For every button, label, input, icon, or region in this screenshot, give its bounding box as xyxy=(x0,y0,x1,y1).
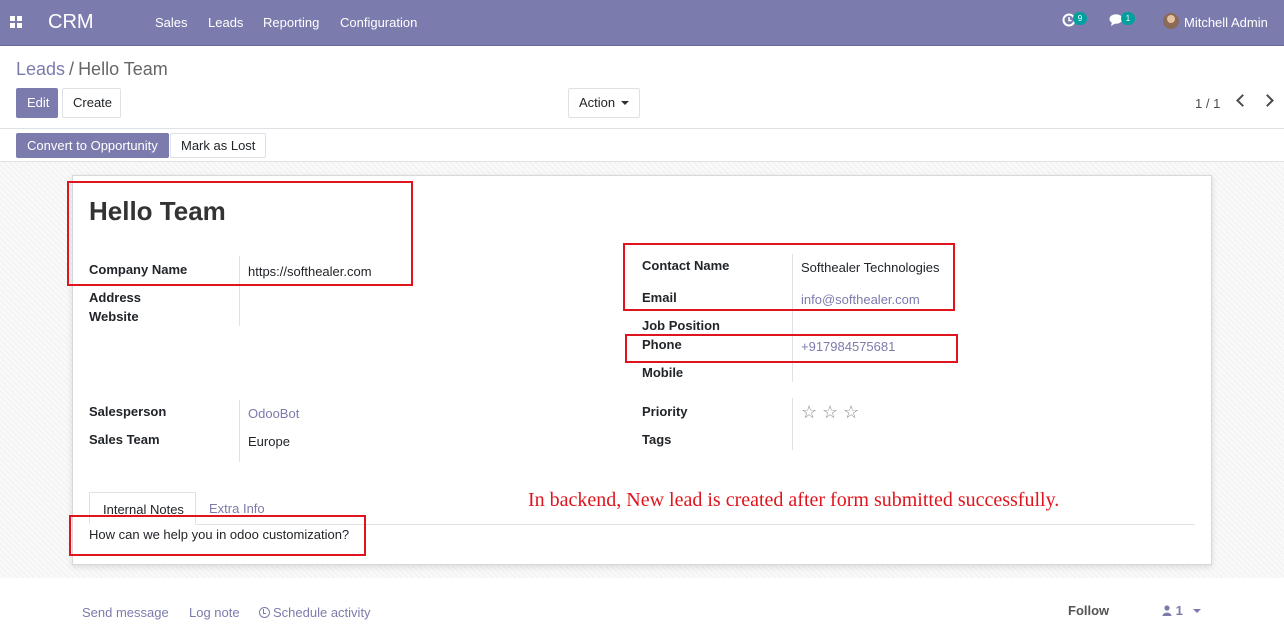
follow-button[interactable]: Follow xyxy=(1068,603,1109,618)
send-message-button[interactable]: Send message xyxy=(82,605,169,620)
menu-sales[interactable]: Sales xyxy=(155,15,188,30)
create-button[interactable]: Create xyxy=(62,88,121,118)
priority-star-icon[interactable]: ☆ xyxy=(843,402,859,423)
user-name: Mitchell Admin xyxy=(1184,15,1268,30)
tags-label: Tags xyxy=(642,432,672,447)
menu-configuration[interactable]: Configuration xyxy=(340,15,417,30)
breadcrumb-current: Hello Team xyxy=(78,59,168,79)
address-label: Address xyxy=(89,290,142,305)
highlight-box-title-company xyxy=(67,181,413,286)
action-label: Action xyxy=(579,95,616,110)
schedule-activity-label: Schedule activity xyxy=(273,605,371,620)
salesperson-label: Salesperson xyxy=(89,404,167,419)
caret-down-icon xyxy=(621,101,630,105)
tab-extra-info[interactable]: Extra Info xyxy=(209,501,265,516)
pager-value[interactable]: 1 / 1 xyxy=(1195,96,1220,111)
chevron-right-icon[interactable] xyxy=(1261,94,1274,107)
action-dropdown[interactable]: Action xyxy=(568,88,640,118)
mobile-label: Mobile xyxy=(642,365,684,380)
edit-button[interactable]: Edit xyxy=(16,88,58,118)
schedule-activity-button[interactable]: Schedule activity xyxy=(259,605,371,620)
log-note-button[interactable]: Log note xyxy=(189,605,240,620)
activity-count-badge: 9 xyxy=(1073,12,1087,25)
sales-team-field[interactable]: Europe xyxy=(248,434,290,449)
messaging-systray[interactable]: 1 xyxy=(1109,12,1135,30)
breadcrumb-separator: / xyxy=(69,59,75,79)
clock-icon xyxy=(259,607,270,618)
highlight-box-notes xyxy=(69,515,366,556)
menu-reporting[interactable]: Reporting xyxy=(263,15,319,30)
sales-team-label: Sales Team xyxy=(89,432,160,447)
priority-label: Priority xyxy=(642,404,688,419)
breadcrumb-leads[interactable]: Leads xyxy=(16,59,65,79)
avatar xyxy=(1163,13,1179,29)
priority-star-icon[interactable]: ☆ xyxy=(801,402,817,423)
menu-leads[interactable]: Leads xyxy=(208,15,243,30)
mark-as-lost-button[interactable]: Mark as Lost xyxy=(170,133,267,158)
salesperson-field[interactable]: OdooBot xyxy=(248,406,299,421)
chevron-left-icon[interactable] xyxy=(1236,94,1249,107)
priority-star-icon[interactable]: ☆ xyxy=(822,402,838,423)
app-brand[interactable]: CRM xyxy=(48,11,94,34)
message-count-badge: 1 xyxy=(1121,12,1135,25)
followers-button[interactable]: 1 xyxy=(1162,603,1201,618)
followers-count: 1 xyxy=(1175,603,1183,618)
highlight-box-phone xyxy=(625,334,958,363)
website-label: Website xyxy=(89,309,139,324)
top-navbar: CRM Sales Leads Reporting Configuration … xyxy=(0,0,1284,46)
apps-menu-icon[interactable] xyxy=(10,16,23,28)
user-icon xyxy=(1162,605,1172,616)
breadcrumb: Leads / Hello Team xyxy=(16,59,168,80)
field-divider xyxy=(792,398,793,450)
activity-systray[interactable]: 9 xyxy=(1062,12,1087,30)
field-divider xyxy=(239,400,240,462)
highlight-box-contact-email xyxy=(623,243,955,311)
control-panel-divider xyxy=(0,128,1284,129)
convert-to-opportunity-button[interactable]: Convert to Opportunity xyxy=(16,133,169,158)
annotation-text: In backend, New lead is created after fo… xyxy=(528,489,1060,511)
caret-down-icon xyxy=(1192,609,1201,613)
job-position-label: Job Position xyxy=(642,318,720,333)
